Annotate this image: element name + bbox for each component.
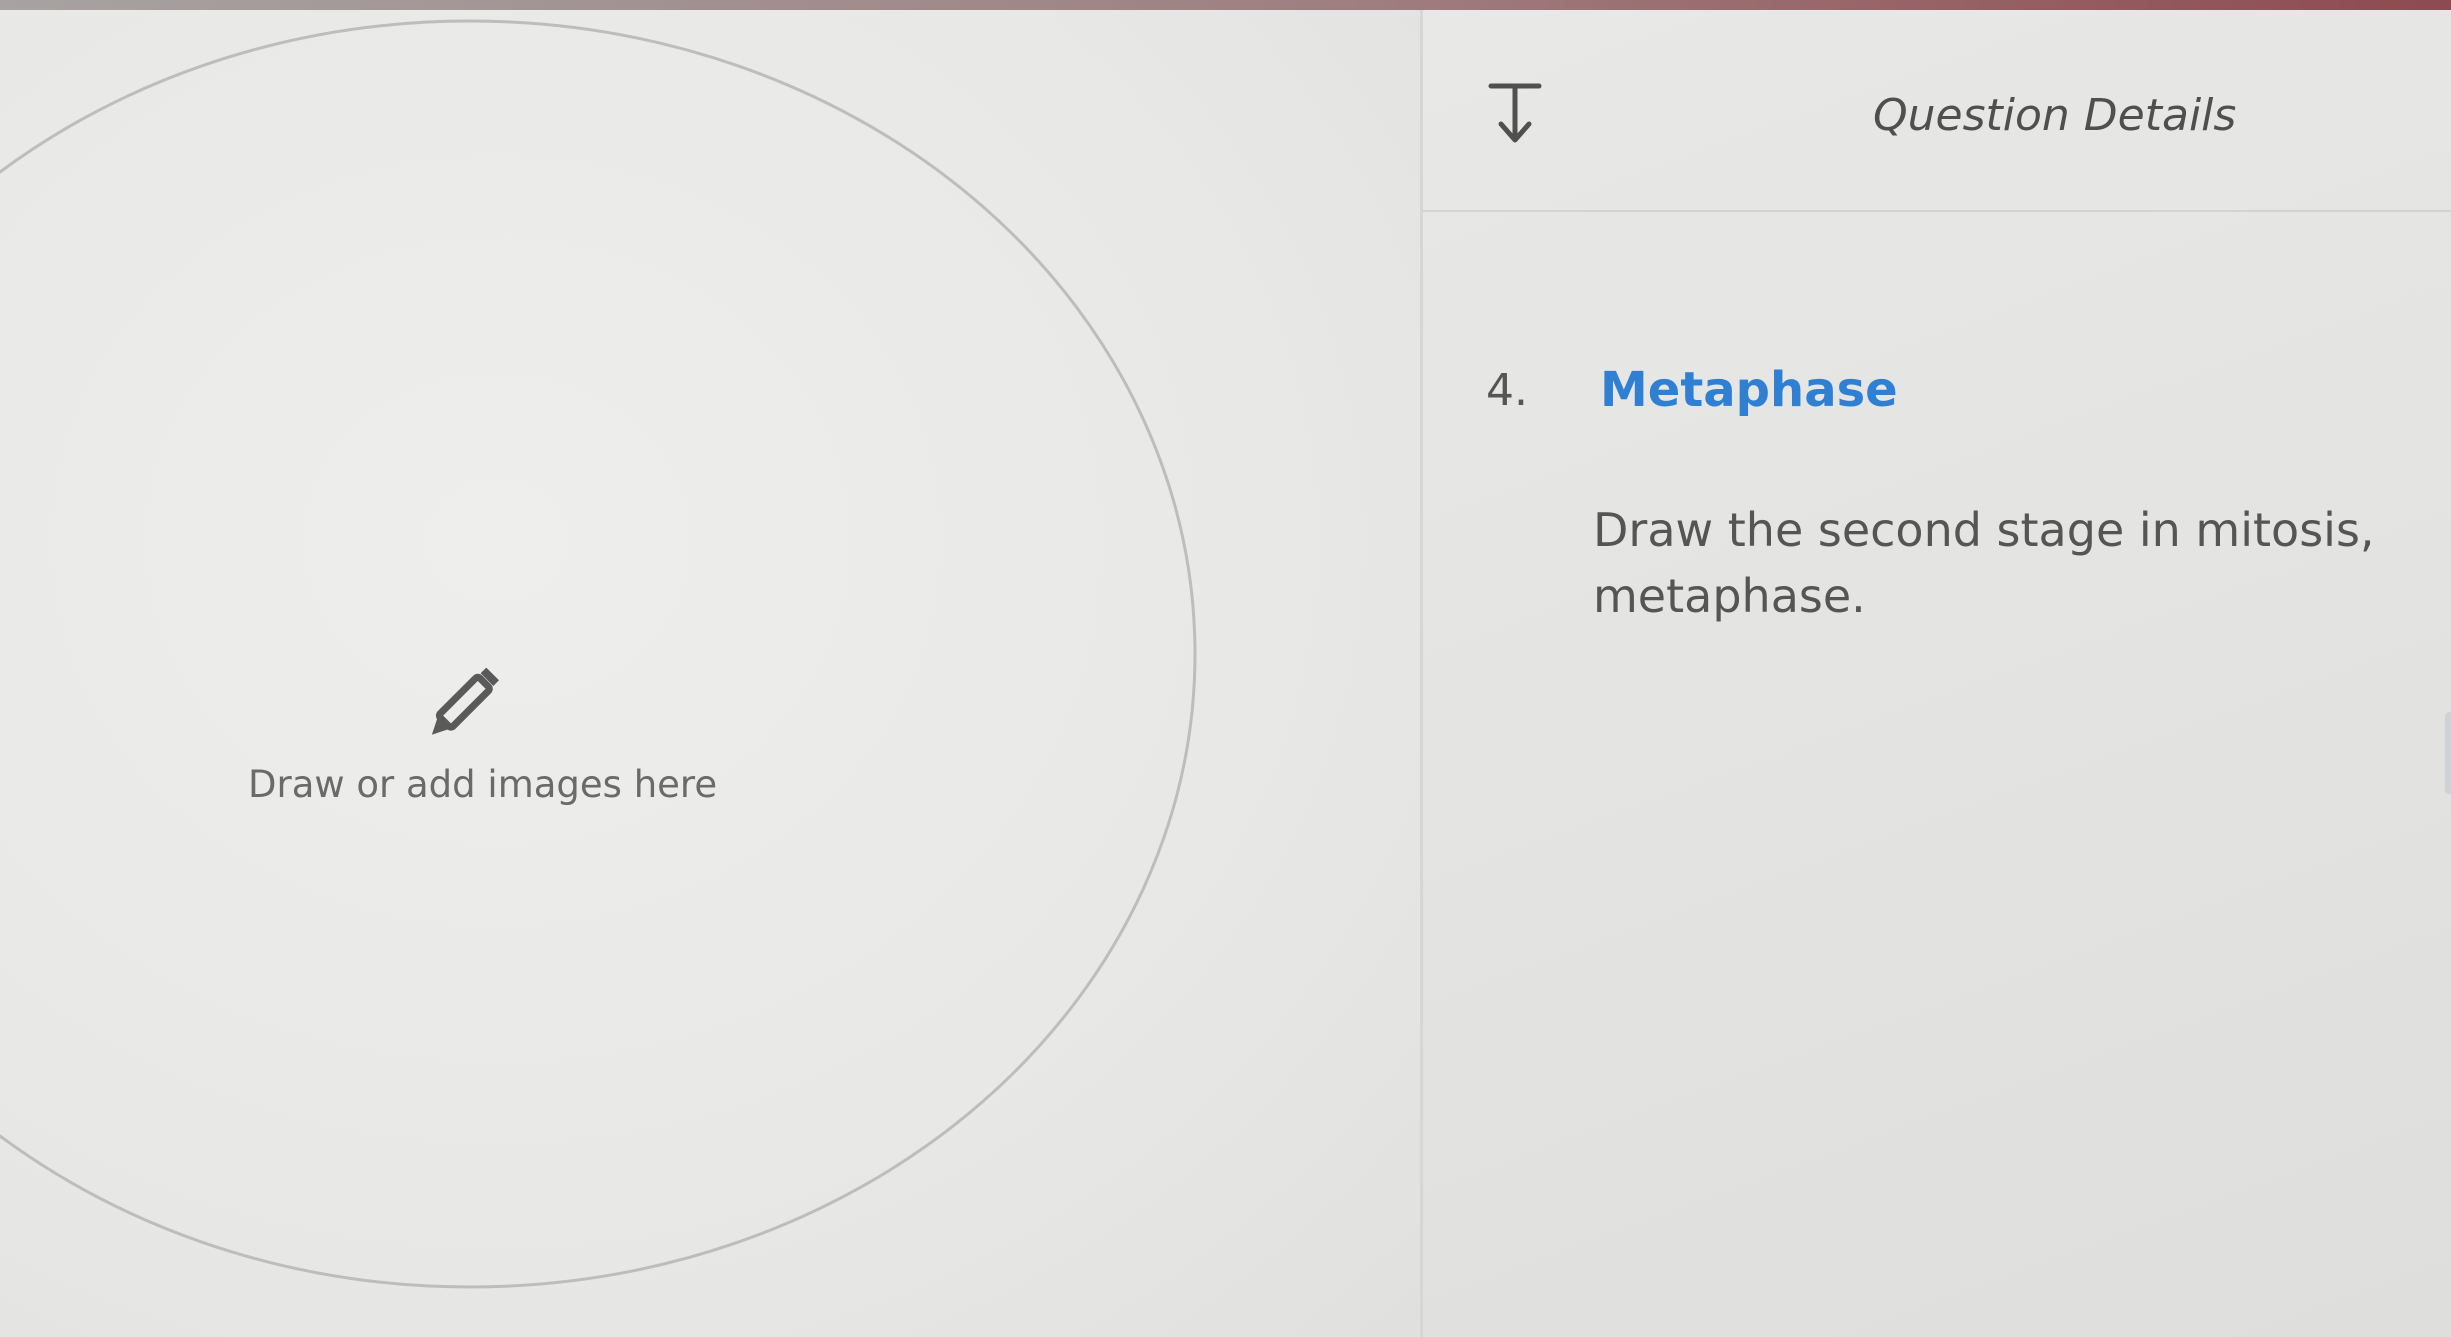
question-number: 4.: [1486, 365, 1528, 416]
question-details-panel: Question Details 4. Metaphase Draw the s…: [1423, 10, 2451, 1337]
drawing-canvas[interactable]: Draw or add images here: [0, 10, 1420, 1337]
pencil-icon[interactable]: [408, 660, 508, 760]
question-title: Metaphase: [1600, 362, 1898, 418]
window-top-bar: [0, 0, 2451, 10]
side-panel-handle[interactable]: [2445, 712, 2451, 794]
canvas-circle-guide: [0, 19, 1197, 1289]
details-title: Question Details: [1873, 90, 2237, 141]
canvas-hint-text: Draw or add images here: [248, 763, 718, 806]
question-prompt: Draw the second stage in mitosis, metaph…: [1593, 503, 2375, 623]
collapse-down-icon[interactable]: [1485, 80, 1545, 150]
details-header: Question Details: [1423, 10, 2451, 212]
